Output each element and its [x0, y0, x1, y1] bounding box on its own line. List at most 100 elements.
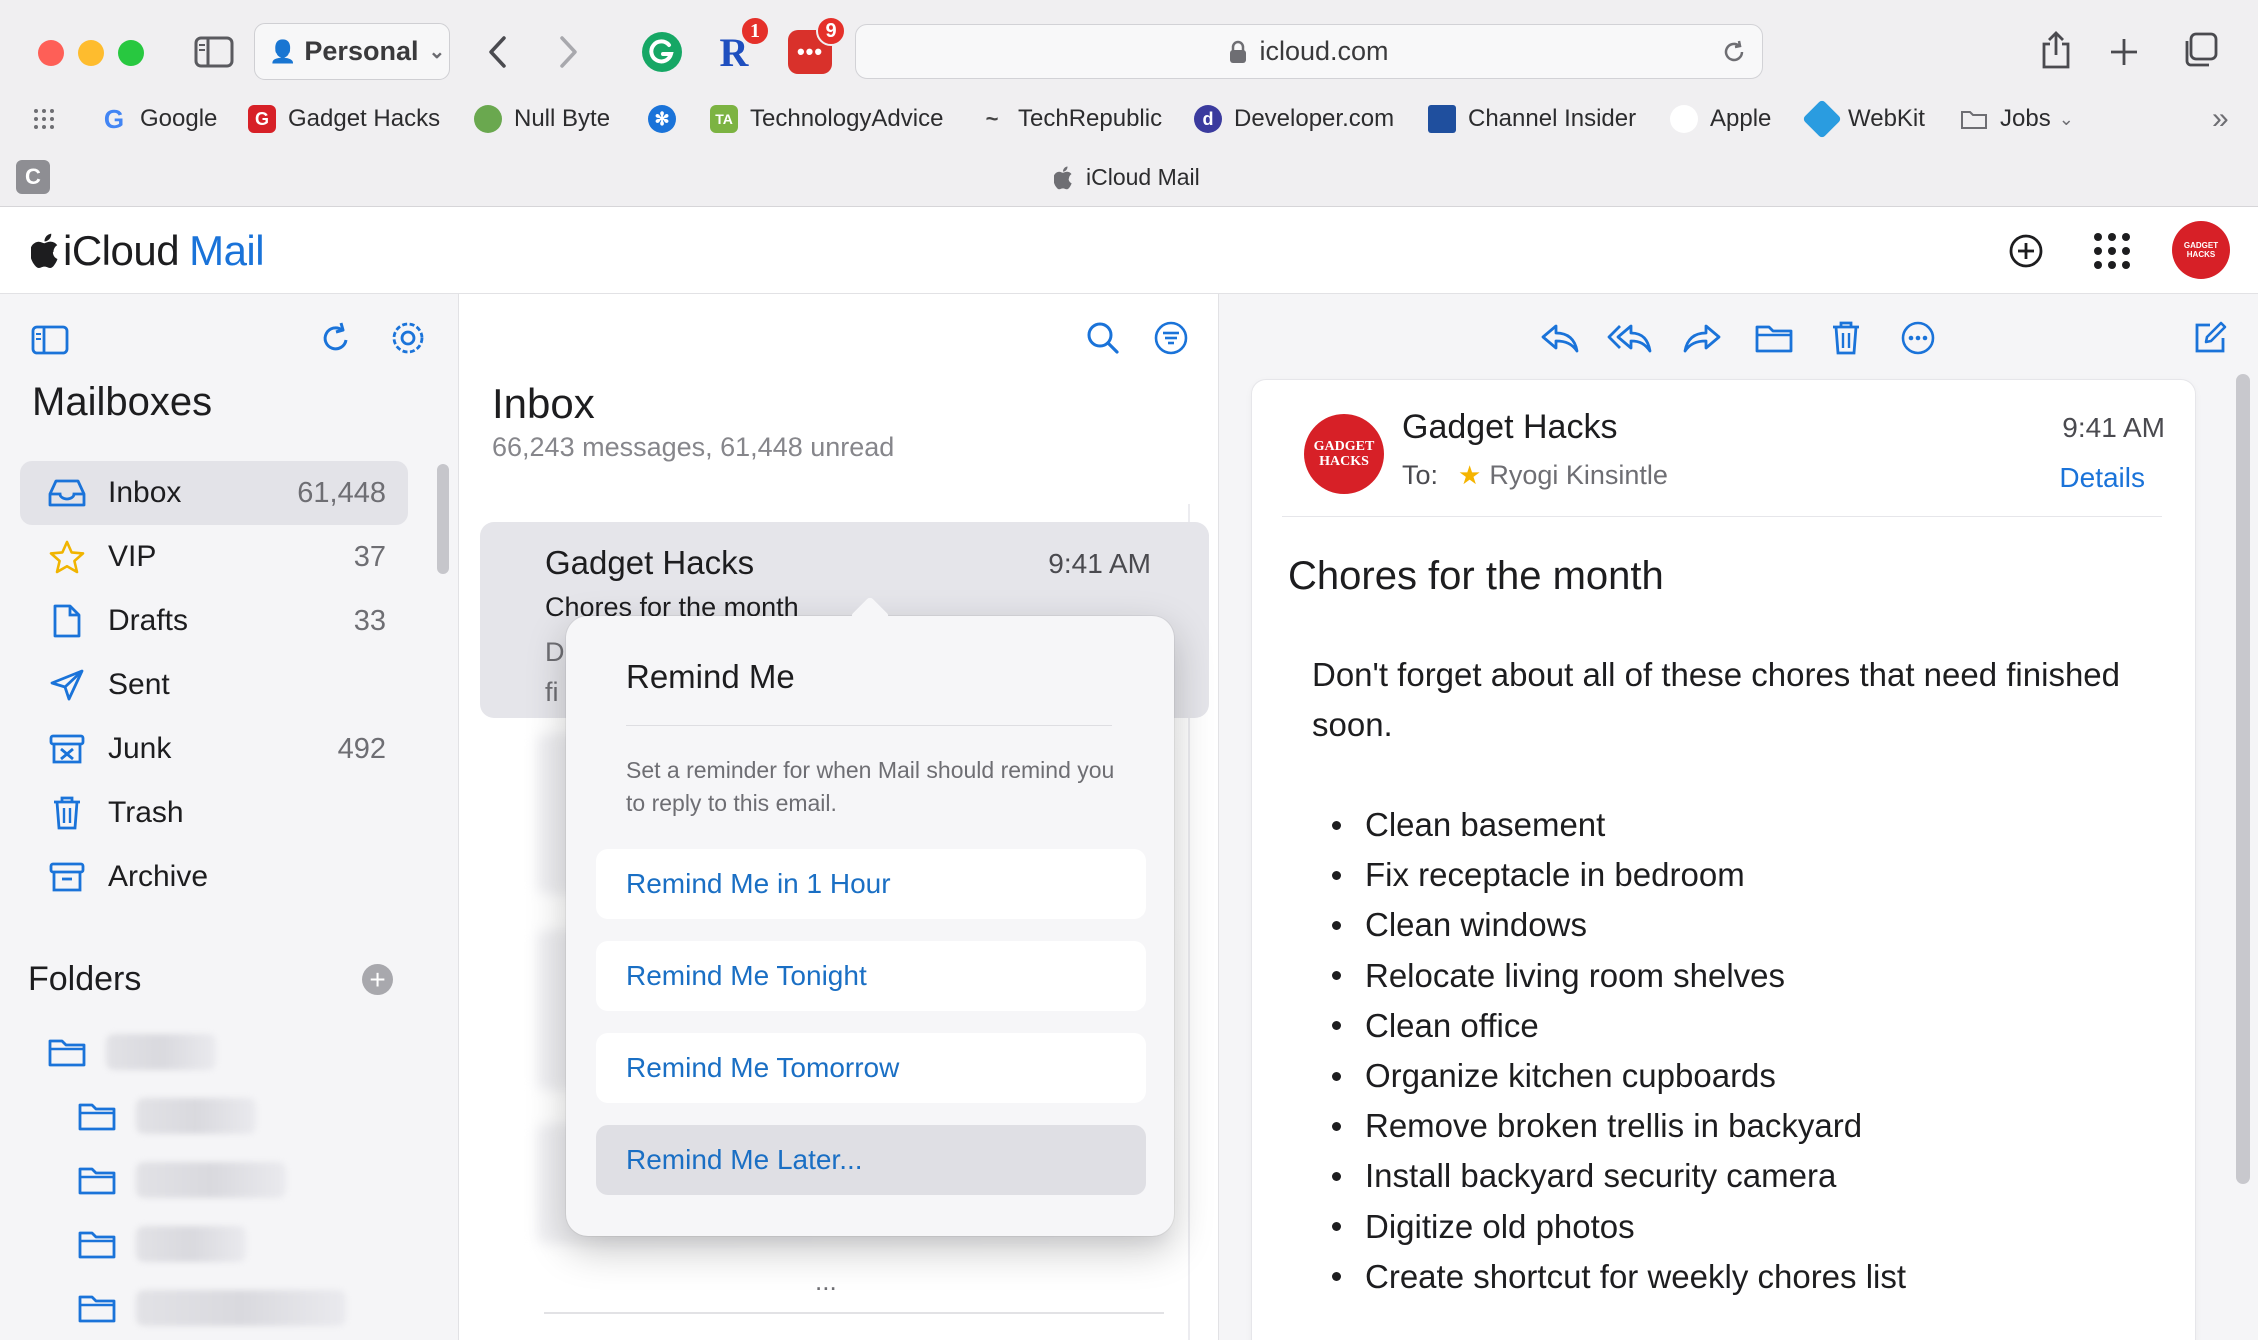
brand-main: iCloud [63, 227, 180, 274]
chore-text: Install backyard security camera [1365, 1157, 1837, 1195]
mailbox-label: Sent [108, 668, 170, 701]
share-icon[interactable] [2036, 28, 2076, 72]
google-icon: G [103, 103, 125, 134]
remind-1-hour-button[interactable]: Remind Me in 1 Hour [596, 849, 1146, 919]
mailbox-archive[interactable]: Archive [20, 845, 408, 909]
folder-icon [1960, 105, 1988, 133]
bullet [1332, 1171, 1341, 1181]
folder-icon [48, 1037, 86, 1067]
recipient-name[interactable]: Ryogi Kinsintle [1489, 460, 1668, 491]
app-logo[interactable]: iCloud Mail [31, 227, 265, 275]
address-bar[interactable]: icloud.com [855, 24, 1763, 79]
dots-extension-icon[interactable]: ••• 9 [788, 16, 846, 74]
bookmark-technologyadvice[interactable]: TA TechnologyAdvice [710, 96, 943, 142]
folder-item[interactable] [78, 1162, 286, 1198]
remind-later-button[interactable]: Remind Me Later... [596, 1125, 1146, 1195]
zoom-window-button[interactable] [118, 40, 144, 66]
bookmark-label: Null Byte [514, 105, 611, 132]
folder-name-redacted [136, 1226, 246, 1262]
bookmark-globe[interactable]: ✻ [648, 96, 688, 142]
globe-icon: ✻ [648, 105, 676, 133]
details-link[interactable]: Details [2059, 462, 2145, 494]
search-icon[interactable] [1083, 318, 1123, 358]
mailbox-count: 37 [353, 540, 386, 573]
sidebar-toggle-icon[interactable] [30, 320, 70, 360]
reader-sender: Gadget Hacks [1402, 408, 1618, 446]
bookmark-null-byte[interactable]: Null Byte [474, 96, 610, 142]
bookmark-gadget-hacks[interactable]: G Gadget Hacks [248, 96, 440, 142]
bullet [1332, 971, 1341, 981]
techrepublic-icon: ~ [985, 106, 999, 131]
mailbox-label: Drafts [108, 604, 189, 637]
remind-tomorrow-button[interactable]: Remind Me Tomorrow [596, 1033, 1146, 1103]
message-sender: Gadget Hacks [545, 544, 755, 581]
add-folder-button[interactable]: + [362, 964, 393, 995]
profile-selector[interactable]: 👤 Personal ⌄ [254, 23, 450, 80]
reader-time: 9:41 AM [2062, 412, 2165, 443]
minimize-window-button[interactable] [78, 40, 104, 66]
sidebar-scrollbar[interactable] [437, 464, 449, 574]
reply-icon[interactable] [1537, 316, 1583, 360]
drafts-icon [46, 603, 88, 639]
divider [1282, 516, 2162, 517]
chore-text: Fix receptacle in bedroom [1365, 856, 1745, 894]
app-grid-icon[interactable] [2092, 231, 2132, 271]
reload-icon[interactable] [1720, 38, 1748, 66]
bookmark-apple[interactable]: Apple [1670, 96, 1771, 142]
back-button[interactable] [478, 32, 518, 72]
mailbox-count: 33 [353, 604, 386, 637]
bookmark-techrepublic[interactable]: ~ TechRepublic [978, 96, 1163, 142]
mailbox-label: Trash [108, 796, 184, 829]
pinned-tab[interactable]: C [16, 160, 50, 194]
reply-all-icon[interactable] [1607, 316, 1653, 360]
refresh-icon[interactable] [316, 318, 356, 358]
settings-gear-icon[interactable] [388, 318, 428, 358]
remind-tonight-button[interactable]: Remind Me Tonight [596, 941, 1146, 1011]
gadget-hacks-icon: G [248, 105, 276, 133]
folder-icon [78, 1293, 116, 1323]
filter-icon[interactable] [1151, 318, 1191, 358]
divider [544, 1312, 1164, 1314]
folder-item[interactable] [48, 1034, 216, 1070]
bookmark-developer-com[interactable]: d Developer.com [1194, 96, 1394, 142]
grammarly-icon[interactable] [640, 30, 684, 74]
profile-label: Personal [304, 36, 419, 66]
mailbox-drafts[interactable]: Drafts 33 [20, 589, 408, 653]
forward-icon[interactable] [1679, 316, 1725, 360]
folder-item[interactable] [78, 1290, 346, 1326]
technologyadvice-icon: TA [710, 105, 738, 133]
list-item: Organize kitchen cupboards [1332, 1051, 1906, 1101]
sidebar-toggle-icon[interactable] [194, 34, 234, 70]
bookmark-label: Google [140, 105, 218, 132]
bookmark-jobs-folder[interactable]: Jobs ⌄ [1960, 96, 2074, 142]
folder-item[interactable] [78, 1226, 246, 1262]
active-tab[interactable]: iCloud Mail [1054, 164, 1200, 191]
r-extension-icon[interactable]: R1 [712, 16, 770, 75]
folder-item[interactable] [78, 1098, 256, 1134]
tab-bar: C iCloud Mail [0, 150, 2258, 207]
bookmarks-overflow-icon[interactable]: » [2212, 96, 2229, 142]
apps-grid-icon[interactable] [32, 96, 56, 142]
close-window-button[interactable] [38, 40, 64, 66]
add-circle-icon[interactable] [2006, 231, 2046, 271]
folder-name-redacted [106, 1034, 216, 1070]
more-options-icon[interactable] [1895, 316, 1941, 360]
account-avatar[interactable]: GADGET HACKS [2172, 221, 2230, 279]
mailbox-trash[interactable]: Trash [20, 781, 408, 845]
move-to-folder-icon[interactable] [1751, 316, 1797, 360]
mailbox-inbox[interactable]: Inbox 61,448 [20, 461, 408, 525]
reader-scrollbar[interactable] [2236, 374, 2250, 1184]
forward-button[interactable] [548, 32, 588, 72]
new-tab-icon[interactable] [2104, 32, 2144, 72]
bookmark-webkit[interactable]: WebKit [1802, 96, 1925, 142]
bookmark-google[interactable]: G Google [100, 96, 218, 142]
list-title: Inbox [492, 380, 595, 427]
bookmark-label: TechRepublic [1018, 105, 1163, 132]
mailbox-vip[interactable]: VIP 37 [20, 525, 408, 589]
compose-icon[interactable] [2187, 316, 2233, 360]
tab-overview-icon[interactable] [2180, 30, 2220, 70]
trash-icon[interactable] [1823, 316, 1869, 360]
mailbox-sent[interactable]: Sent [20, 653, 408, 717]
bookmark-channel-insider[interactable]: Channel Insider [1428, 96, 1636, 142]
mailbox-junk[interactable]: Junk 492 [20, 717, 408, 781]
